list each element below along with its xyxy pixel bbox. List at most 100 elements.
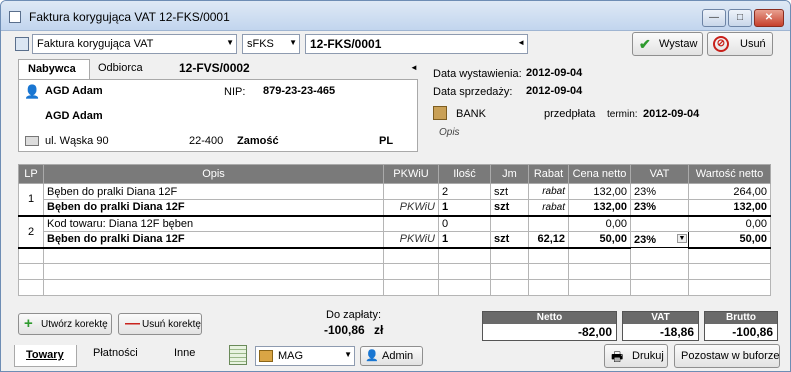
cell-pkwiu[interactable]: [383, 215, 439, 232]
vat-select[interactable]: 23% ▼: [630, 231, 689, 248]
payment-method[interactable]: przedpłata: [544, 108, 595, 120]
issue-button[interactable]: ✔ Wystaw: [632, 32, 703, 56]
nip-value[interactable]: 879-23-23-465: [263, 85, 335, 97]
delete-button[interactable]: ⊘ Usuń: [707, 32, 773, 56]
save-to-buffer-label: Pozostaw w buforze: [681, 350, 780, 362]
delete-correction-button[interactable]: — Usuń korektę: [118, 313, 202, 335]
cell-description[interactable]: Bęben do pralki Diana 12F: [43, 183, 384, 200]
to-pay-label: Do zapłaty:: [326, 309, 382, 321]
cell-quantity[interactable]: 2: [438, 183, 491, 200]
col-header-vat[interactable]: VAT: [630, 164, 689, 184]
tab-recipient[interactable]: Odbiorca: [98, 62, 143, 74]
col-header-unit[interactable]: Jm: [490, 164, 529, 184]
forbidden-icon: ⊘: [713, 36, 729, 52]
col-header-net-value[interactable]: Wartość netto: [688, 164, 771, 184]
tab-buyer[interactable]: Nabywca: [18, 59, 90, 80]
cell-unit[interactable]: [490, 215, 529, 232]
cell-quantity[interactable]: 1: [438, 199, 491, 217]
notes-field[interactable]: Opis: [439, 127, 460, 138]
street[interactable]: ul. Wąska 90: [45, 135, 109, 147]
cell-description[interactable]: Kod towaru: Diana 12F bęben: [43, 215, 384, 232]
cell-quantity[interactable]: 0: [438, 215, 491, 232]
issue-date-value[interactable]: 2012-09-04: [526, 67, 582, 79]
bank-name[interactable]: BANK: [456, 108, 486, 120]
print-button-label: Drukuj: [632, 350, 664, 362]
table-row-empty[interactable]: [18, 279, 771, 296]
document-number-value: 12-FKS/0001: [310, 37, 382, 51]
table-row-empty[interactable]: [18, 247, 771, 264]
cell-description[interactable]: Bęben do pralki Diana 12F: [43, 231, 384, 249]
cell-net-price[interactable]: 0,00: [568, 215, 631, 232]
chevron-down-icon[interactable]: ▼: [677, 234, 687, 243]
cell-vat: 23%: [634, 233, 657, 246]
printer-icon: 🖶: [611, 349, 624, 364]
table-row[interactable]: 1 Bęben do pralki Diana 12F 2 szt rabat …: [18, 183, 771, 217]
tab-other[interactable]: Inne: [174, 347, 195, 359]
maximize-button[interactable]: □: [728, 9, 752, 27]
chevron-down-icon: ▼: [344, 350, 352, 359]
document-number-field[interactable]: 12-FKS/0001 ◄: [305, 34, 528, 54]
cell-unit[interactable]: szt: [490, 199, 529, 217]
gross-total-box: Brutto -100,86: [704, 311, 778, 341]
currency-label: zł: [374, 323, 384, 337]
create-correction-button[interactable]: + Utwórz korektę: [18, 313, 112, 335]
col-header-quantity[interactable]: Ilość: [438, 164, 491, 184]
cell-discount[interactable]: [528, 215, 569, 232]
cell-vat[interactable]: 23%: [630, 183, 689, 200]
table-row[interactable]: Bęben do pralki Diana 12F PKWiU 1 szt 62…: [19, 231, 771, 249]
warehouse-value: MAG: [278, 350, 304, 362]
net-total-value: -82,00: [577, 325, 612, 339]
issue-date-label: Data wystawienia:: [433, 68, 522, 80]
cell-net-value: 264,00: [688, 183, 771, 200]
chevron-left-icon[interactable]: ◄: [410, 63, 418, 72]
cell-discount[interactable]: rabat: [528, 199, 569, 217]
term-value[interactable]: 2012-09-04: [643, 108, 699, 120]
city[interactable]: Zamość: [237, 135, 279, 147]
tab-items[interactable]: Towary: [14, 345, 77, 367]
table-row-empty[interactable]: [18, 263, 771, 280]
cell-pkwiu[interactable]: [383, 183, 439, 200]
cell-quantity[interactable]: 1: [438, 231, 491, 249]
table-row[interactable]: Bęben do pralki Diana 12F PKWiU 1 szt ra…: [19, 199, 771, 217]
cell-pkwiu[interactable]: PKWiU: [383, 231, 439, 249]
notepad-icon[interactable]: [229, 345, 247, 365]
col-header-discount[interactable]: Rabat: [528, 164, 569, 184]
col-header-pkwiu[interactable]: PKWiU: [383, 164, 439, 184]
postcode[interactable]: 22-400: [189, 135, 223, 147]
term-label: termin:: [607, 109, 638, 120]
series-select[interactable]: sFKS ▼: [242, 34, 300, 54]
document-type-select[interactable]: Faktura korygująca VAT ▼: [32, 34, 237, 54]
title-bar[interactable]: Faktura korygująca VAT 12-FKS/0001 — □ ✕: [1, 1, 790, 31]
country[interactable]: PL: [379, 135, 393, 147]
table-row[interactable]: 2 Kod towaru: Diana 12F bęben 0 0,00 0,0…: [18, 215, 771, 249]
cell-net-price[interactable]: 132,00: [568, 183, 631, 200]
address-card-icon: [25, 136, 39, 146]
cell-net-price[interactable]: 132,00: [568, 199, 631, 217]
cell-vat[interactable]: 23%: [630, 199, 689, 217]
source-document-number: 12-FVS/0002: [179, 61, 250, 75]
sale-date-value[interactable]: 2012-09-04: [526, 85, 582, 97]
cell-discount[interactable]: 62,12: [528, 231, 569, 249]
warehouse-select[interactable]: MAG ▼: [255, 346, 355, 366]
print-button[interactable]: 🖶 Drukuj: [604, 344, 668, 368]
cell-pkwiu[interactable]: PKWiU: [383, 199, 439, 217]
cell-vat[interactable]: [630, 215, 689, 232]
col-header-description[interactable]: Opis: [43, 164, 384, 184]
close-button[interactable]: ✕: [754, 9, 784, 27]
col-header-lp[interactable]: LP: [18, 164, 44, 184]
cell-net-price[interactable]: 50,00: [568, 231, 631, 249]
buyer-name-2[interactable]: AGD Adam: [45, 110, 103, 122]
cell-unit[interactable]: szt: [490, 183, 529, 200]
net-total-label: Netto: [483, 312, 616, 324]
col-header-net-price[interactable]: Cena netto: [568, 164, 631, 184]
buyer-name[interactable]: AGD Adam: [45, 85, 103, 97]
save-to-buffer-button[interactable]: Pozostaw w buforze: [674, 344, 780, 368]
minimize-button[interactable]: —: [702, 9, 726, 27]
cell-discount[interactable]: rabat: [528, 183, 569, 200]
cell-unit[interactable]: szt: [490, 231, 529, 249]
cell-description[interactable]: Bęben do pralki Diana 12F: [43, 199, 384, 217]
sale-date-label: Data sprzedaży:: [433, 86, 513, 98]
user-button[interactable]: 👤 Admin: [360, 346, 423, 366]
tab-recipient-label: Odbiorca: [98, 62, 143, 74]
tab-payments[interactable]: Płatności: [93, 347, 138, 359]
